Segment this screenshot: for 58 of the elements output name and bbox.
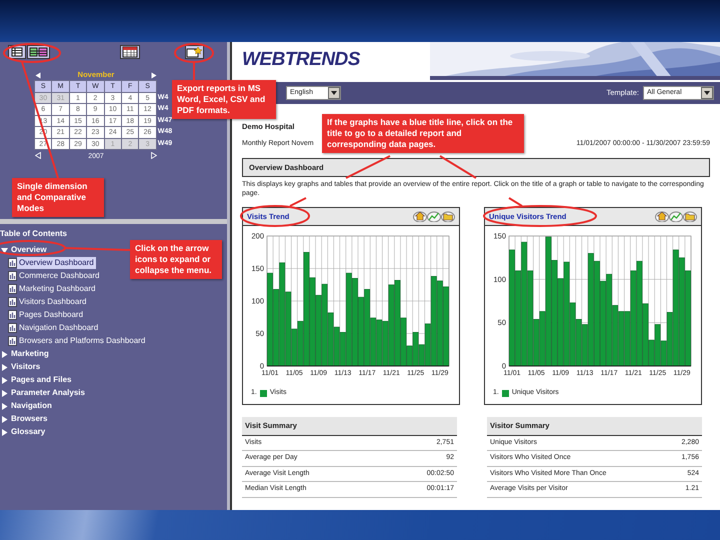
report-icon xyxy=(8,323,17,333)
expand-arrow-icon[interactable] xyxy=(0,376,9,384)
leader-line xyxy=(193,62,195,80)
highlight-oval xyxy=(240,205,310,227)
report-icon xyxy=(8,271,17,281)
legend-swatch xyxy=(502,390,509,396)
menu-item[interactable]: Visitors Dashboard xyxy=(17,296,88,308)
panel-heading: Table of Contents xyxy=(0,228,68,240)
collapse-arrow-icon[interactable] xyxy=(0,246,9,254)
expand-arrow-icon[interactable] xyxy=(0,414,9,424)
home-icon[interactable] xyxy=(413,210,427,222)
menu-item[interactable]: Glossary xyxy=(9,426,48,438)
caret-icon xyxy=(331,91,337,95)
menu-item[interactable]: Navigation Dashboard xyxy=(17,322,100,334)
report-icon xyxy=(8,258,17,268)
report-icon xyxy=(8,336,17,346)
comparative-mode-icon[interactable] xyxy=(27,45,50,59)
next-month-icon[interactable] xyxy=(151,72,157,78)
report-icon xyxy=(8,297,17,307)
report-icon xyxy=(8,284,17,294)
menu-item[interactable]: Browsers xyxy=(9,413,50,425)
caret-icon xyxy=(704,91,710,95)
callout-note: Export reports in MS Word, Excel, CSV and PDF formats. xyxy=(172,80,276,119)
menu-item[interactable]: Parameter Analysis xyxy=(9,387,87,399)
callout-note: If the graphs have a blue title line, click on the title to go to a detailed report and corresponding data pages. xyxy=(322,114,524,153)
export-icon[interactable] xyxy=(185,45,204,59)
menu-item[interactable]: Browsers and Platforms Dashboard xyxy=(17,335,148,347)
expand-arrow-icon[interactable] xyxy=(0,362,9,372)
folder-icon[interactable] xyxy=(683,210,697,222)
callout-note: Click on the arrow icons to expand or collapse the menu. xyxy=(130,240,222,279)
legend-swatch xyxy=(260,390,267,396)
logo: WEBTRENDS xyxy=(241,48,360,72)
menu-item[interactable]: Marketing xyxy=(9,348,51,360)
menu-item[interactable]: Pages Dashboard xyxy=(17,309,86,321)
menu-item[interactable]: Marketing Dashboard xyxy=(17,283,98,295)
chart-icon[interactable] xyxy=(669,210,683,222)
expand-arrow-icon[interactable] xyxy=(0,350,9,358)
single-mode-icon[interactable] xyxy=(8,45,26,59)
highlight-oval xyxy=(3,43,61,63)
folder-icon[interactable] xyxy=(441,210,455,222)
leader-line xyxy=(64,247,130,251)
menu-item[interactable]: Commerce Dashboard xyxy=(17,270,102,282)
expand-arrow-icon[interactable] xyxy=(0,428,9,436)
menu-item[interactable]: Pages and Files xyxy=(9,374,74,386)
home-icon[interactable] xyxy=(655,210,669,222)
chart-icon[interactable] xyxy=(427,210,441,222)
menu-item[interactable]: Navigation xyxy=(9,400,54,412)
highlight-oval xyxy=(174,43,214,63)
calendar-icon[interactable] xyxy=(120,45,140,59)
expand-arrow-icon[interactable] xyxy=(0,402,9,410)
previous-year-icon[interactable] xyxy=(35,152,41,159)
next-year-icon[interactable] xyxy=(150,152,157,159)
expand-arrow-icon[interactable] xyxy=(0,388,9,398)
report-icon xyxy=(8,310,17,320)
menu-item[interactable]: Overview Dashboard xyxy=(17,257,96,269)
callout-note: Single dimension and Comparative Modes xyxy=(12,178,104,217)
menu-item[interactable]: Visitors xyxy=(9,361,42,373)
previous-month-icon[interactable] xyxy=(35,72,41,78)
